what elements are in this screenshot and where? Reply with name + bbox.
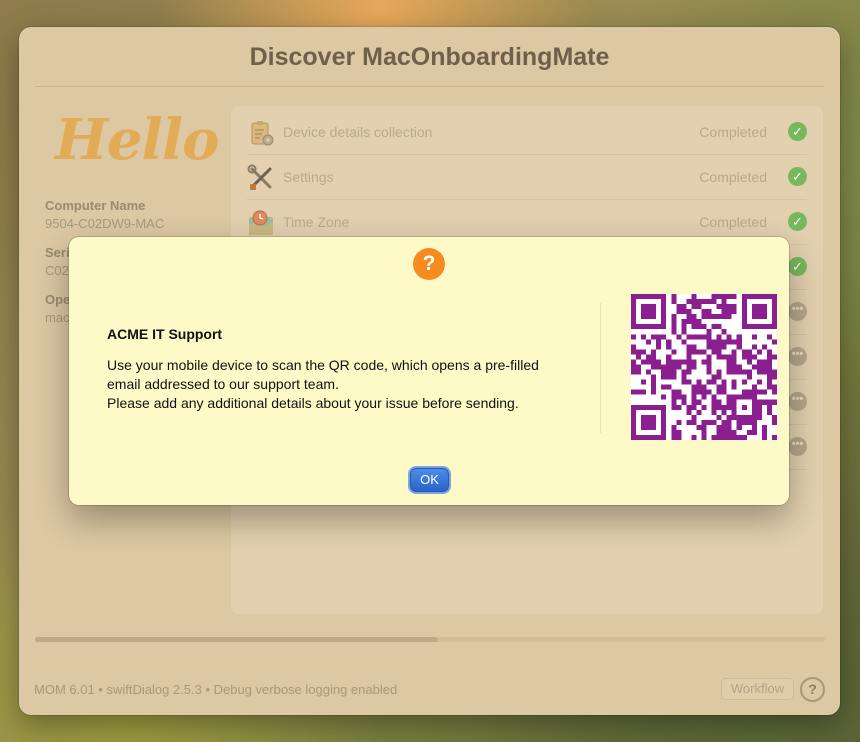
pending-ellipsis-icon: ••• [788, 302, 807, 321]
computer-name-value: 9504-C02DW9-MAC [45, 216, 165, 231]
window-title: Discover MacOnboardingMate [249, 43, 610, 71]
question-icon: ? [413, 248, 445, 280]
step-status: Completed [699, 169, 767, 185]
progress-bar [35, 637, 825, 642]
step-label: Time Zone [283, 214, 350, 230]
alert-message-line: email addressed to our support team. [107, 376, 339, 392]
checkmark-icon: ✓ [788, 212, 807, 231]
pending-ellipsis-icon: ••• [788, 347, 807, 366]
checkmark-icon: ✓ [788, 122, 807, 141]
serial-value: C02 [45, 263, 69, 278]
list-item: Device details collection Completed ✓ [247, 110, 807, 155]
qr-code-image [631, 294, 777, 440]
alert-title: ACME IT Support [107, 326, 223, 342]
computer-name-label: Computer Name [45, 198, 146, 213]
os-value: mac [45, 310, 70, 325]
help-button[interactable]: ? [800, 677, 825, 702]
serial-label: Seri [45, 245, 70, 260]
checkmark-icon: ✓ [788, 167, 807, 186]
step-label: Settings [283, 169, 334, 185]
map-clock-icon [249, 210, 273, 235]
alert-message-line: Please add any additional details about … [107, 395, 519, 411]
title-divider [35, 86, 824, 87]
alert-message-line: Use your mobile device to scan the QR co… [107, 357, 539, 373]
alert-divider [600, 303, 601, 433]
step-status: Completed [699, 214, 767, 230]
pending-ellipsis-icon: ••• [788, 437, 807, 456]
ok-button[interactable]: OK [410, 468, 449, 492]
clipboard-gear-icon [251, 121, 274, 146]
progress-fill [35, 637, 438, 642]
step-status: Completed [699, 124, 767, 140]
footer-info: MOM 6.01 • swiftDialog 2.5.3 • Debug ver… [34, 682, 398, 697]
wrench-screwdriver-icon [247, 164, 272, 190]
step-label: Device details collection [283, 124, 433, 140]
pending-ellipsis-icon: ••• [788, 392, 807, 411]
list-item: Settings Completed ✓ [247, 155, 807, 200]
hello-banner: Hello [55, 107, 219, 173]
support-alert-dialog: ? ACME IT Support Use your mobile device… [69, 237, 789, 505]
checkmark-icon: ✓ [788, 257, 807, 276]
alert-message: Use your mobile device to scan the QR co… [107, 356, 587, 413]
os-label: Ope [45, 292, 71, 307]
workflow-button[interactable]: Workflow [721, 678, 794, 700]
